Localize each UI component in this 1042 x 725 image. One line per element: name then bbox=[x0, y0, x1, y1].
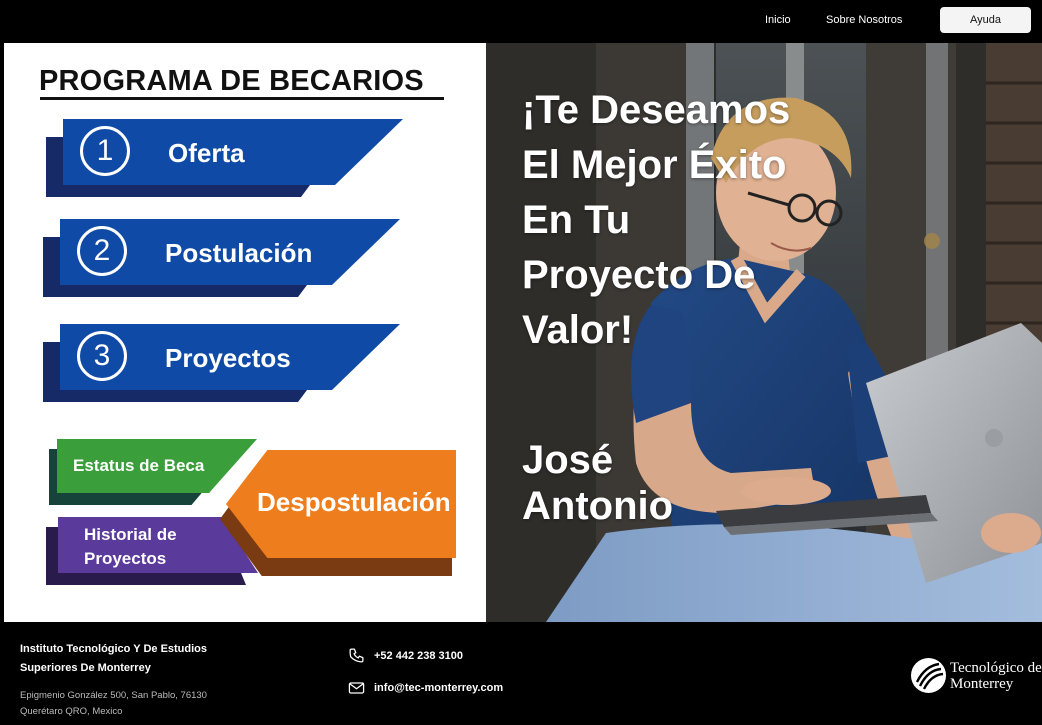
ayuda-button[interactable]: Ayuda bbox=[940, 7, 1031, 33]
hero-banner: ¡Te Deseamos El Mejor Éxito En Tu Proyec… bbox=[486, 43, 1042, 622]
step-number: 2 bbox=[77, 226, 127, 276]
step-postulacion-button[interactable]: 2 Postulación bbox=[43, 219, 403, 301]
nav-sobre-nosotros-link[interactable]: Sobre Nosotros bbox=[826, 14, 902, 26]
step-label: Oferta bbox=[168, 138, 245, 168]
hero-user-name: José Antonio bbox=[522, 438, 674, 528]
phone-number: +52 442 238 3100 bbox=[374, 649, 464, 662]
phone-contact-link[interactable]: +52 442 238 3100 bbox=[348, 647, 463, 664]
despostulacion-label: Despostulación bbox=[257, 487, 451, 517]
institution-name: Instituto Tecnológico Y De Estudios Supe… bbox=[20, 643, 208, 674]
step-proyectos-button[interactable]: 3 Proyectos bbox=[43, 324, 403, 406]
hero-message: ¡Te Deseamos El Mejor Éxito En Tu Proyec… bbox=[522, 88, 791, 352]
footer: Instituto Tecnológico Y De Estudios Supe… bbox=[0, 622, 1042, 725]
program-title: PROGRAMA DE BECARIOS bbox=[39, 65, 424, 97]
step-label: Postulación bbox=[165, 238, 313, 268]
institution-address: Epigmenio González 500, San Pablo, 76130… bbox=[20, 690, 207, 717]
step-oferta-button[interactable]: 1 Oferta bbox=[46, 119, 406, 201]
top-nav: Inicio Sobre Nosotros Ayuda bbox=[0, 0, 1042, 43]
despostulacion-button[interactable]: Despostulación bbox=[220, 448, 460, 578]
step-label: Proyectos bbox=[165, 343, 291, 373]
tec-logo-icon bbox=[911, 658, 946, 693]
title-underline bbox=[40, 97, 444, 100]
logo-text: Tecnológico de Monterrey bbox=[950, 659, 1042, 692]
step-number: 3 bbox=[77, 331, 127, 381]
email-address: info@tec-monterrey.com bbox=[374, 682, 504, 694]
mail-icon bbox=[348, 682, 365, 694]
program-panel: PROGRAMA DE BECARIOS 1 Oferta 2 Postulac… bbox=[4, 43, 486, 622]
phone-icon bbox=[349, 648, 364, 663]
historial-proyectos-label: Historial de Proyectos bbox=[84, 525, 177, 568]
tec-monterrey-logo: Tecnológico de Monterrey bbox=[911, 658, 1042, 693]
step-number: 1 bbox=[80, 126, 130, 176]
nav-inicio-link[interactable]: Inicio bbox=[765, 14, 791, 26]
email-contact-link[interactable]: info@tec-monterrey.com bbox=[348, 681, 503, 695]
estatus-beca-label: Estatus de Beca bbox=[73, 456, 205, 475]
